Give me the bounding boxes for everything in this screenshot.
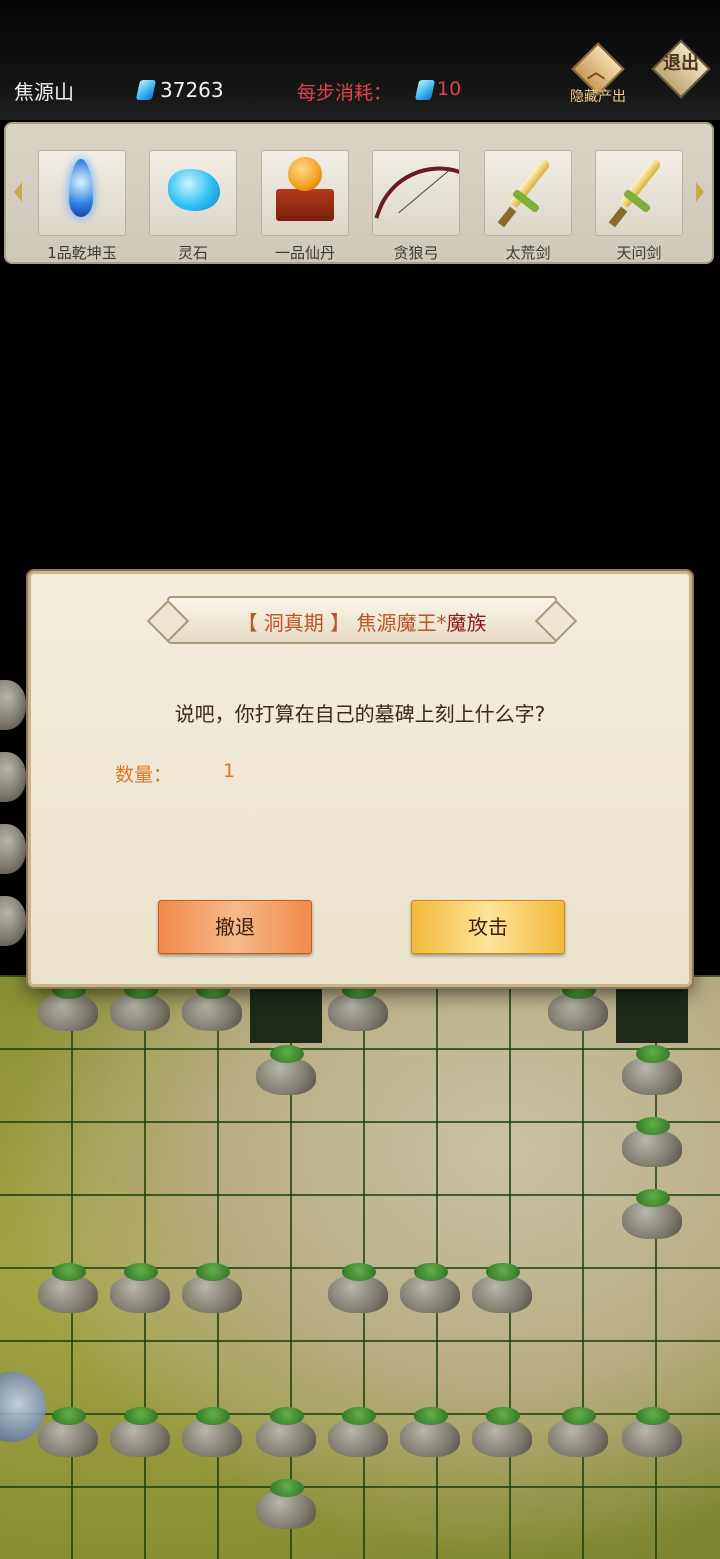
location-name: 焦源山 [14, 80, 74, 104]
item-icon-frame [595, 150, 683, 236]
rock-tile [0, 752, 26, 802]
item-slot[interactable]: 贪狼弓 [372, 150, 460, 263]
rock-tile [0, 824, 26, 874]
rock-tile [36, 1263, 100, 1313]
rock-tile [326, 981, 390, 1031]
rock-tile [398, 1407, 462, 1457]
encounter-dialog: 【 洞真期 】 焦源魔王*魔族 说吧，你打算在自己的墓碑上刻上什么字? 数量： … [28, 571, 692, 987]
item-slot[interactable]: 1品乾坤玉 [38, 150, 126, 263]
rock-tile [0, 896, 26, 946]
rock-tile [36, 981, 100, 1031]
item-name: 灵石 [177, 244, 208, 262]
sword-hilt [608, 206, 628, 228]
rock-tile [620, 1117, 684, 1167]
item-name: 太荒剑 [505, 244, 551, 262]
chevron-up-icon: ︿ [587, 62, 605, 83]
scroll-right-arrow-icon[interactable] [696, 182, 704, 202]
step-cost-value: 10 [437, 78, 462, 100]
sword-hilt [497, 206, 517, 228]
step-cost-label: 每步消耗： [297, 82, 393, 104]
rock-tile [254, 1045, 318, 1095]
rock-tile [398, 1263, 462, 1313]
item-icon-frame [484, 150, 572, 236]
item-name: 1品乾坤玉 [47, 244, 117, 262]
rock-tile [180, 1263, 244, 1313]
rock-tile [546, 1407, 610, 1457]
retreat-button[interactable]: 撤退 [158, 900, 312, 954]
item-icon-frame [372, 150, 460, 236]
rock-tile [620, 1189, 684, 1239]
map-grid[interactable] [0, 975, 720, 1559]
rock-tile [108, 1407, 172, 1457]
spirit-stone-icon [135, 80, 157, 100]
attack-button[interactable]: 攻击 [411, 900, 565, 954]
item-slot[interactable]: 一品仙丹 [261, 150, 349, 263]
quantity-value: 1 [223, 760, 236, 782]
rock-tile [326, 1263, 390, 1313]
enemy-realm-name: 【 洞真期 】 焦源魔王* [237, 611, 447, 635]
item-icon-frame [149, 150, 237, 236]
hide-output-label: 隐藏产出 [570, 89, 626, 105]
rock-tile [620, 1407, 684, 1457]
exit-button[interactable]: 退出 [651, 39, 711, 100]
dialog-title-plate: 【 洞真期 】 焦源魔王*魔族 [167, 596, 557, 644]
bow-icon [374, 151, 459, 235]
hide-output-button[interactable]: ︿ 隐藏产出 [560, 42, 636, 110]
rock-tile [108, 1263, 172, 1313]
exit-label: 退出 [663, 53, 699, 74]
rock-tile [0, 680, 26, 730]
rock-tile [326, 1407, 390, 1457]
rock-tile [620, 1045, 684, 1095]
rock-tile [180, 981, 244, 1031]
jade-icon [69, 159, 93, 217]
item-name: 天问剑 [616, 244, 662, 262]
rock-tile [254, 1479, 318, 1529]
item-slot[interactable]: 天问剑 [595, 150, 683, 263]
item-name: 一品仙丹 [274, 244, 335, 262]
spirit-stone-count: 37263 [160, 78, 224, 102]
rock-tile [546, 981, 610, 1031]
scroll-left-arrow-icon[interactable] [14, 182, 22, 202]
enemy-race: 魔族 [446, 611, 487, 635]
top-bar: 焦源山 37263 每步消耗： 10 ︿ 隐藏产出 退出 [0, 0, 720, 120]
item-icon-frame [261, 150, 349, 236]
elixir-base [276, 189, 334, 221]
dark-tile [616, 985, 688, 1043]
item-icon-frame [38, 150, 126, 236]
rock-tile [36, 1407, 100, 1457]
item-name: 贪狼弓 [393, 244, 439, 262]
dark-tile [250, 985, 322, 1043]
spirit-stone-icon [414, 80, 436, 100]
quantity-label: 数量： [115, 764, 173, 786]
rock-tile [180, 1407, 244, 1457]
elixir-icon [288, 157, 322, 191]
rock-tile [254, 1407, 318, 1457]
rock-tile [470, 1407, 534, 1457]
rock-tile [108, 981, 172, 1031]
rock-tile [470, 1263, 534, 1313]
item-slot[interactable]: 灵石 [149, 150, 237, 263]
loot-items-panel: 1品乾坤玉 灵石 一品仙丹 贪狼弓 太荒剑 天问剑 [4, 122, 714, 264]
dialog-title: 【 洞真期 】 焦源魔王*魔族 [169, 607, 555, 636]
spirit-stone-icon [168, 169, 220, 211]
enemy-dialogue: 说吧，你打算在自己的墓碑上刻上什么字? [174, 702, 546, 726]
item-slot[interactable]: 太荒剑 [484, 150, 572, 263]
